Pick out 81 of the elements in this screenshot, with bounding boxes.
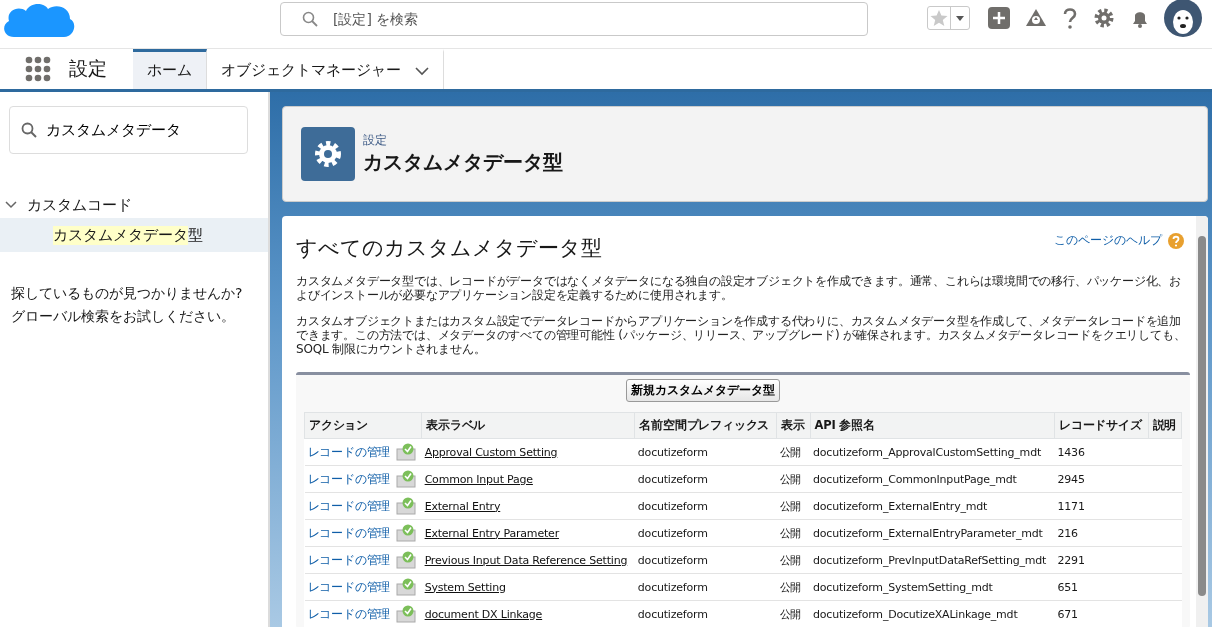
table-cell: docutizeform_SystemSetting_mdt [810, 573, 1055, 601]
table-cell: 公開 [776, 438, 810, 466]
column-header: レコードサイズ [1054, 412, 1149, 439]
table-cell: 公開 [776, 546, 810, 574]
manage-records-link[interactable]: レコードの管理 [307, 497, 391, 515]
table-cell: docutizeform [634, 546, 777, 574]
checkmark-icon [396, 551, 417, 569]
app-name: 設定 [69, 56, 107, 81]
hint-text: 探しているものが見つかりませんか? [11, 284, 244, 303]
chevron-down-icon[interactable] [5, 199, 17, 211]
app-launcher-icon[interactable] [25, 56, 51, 82]
table-cell: 2945 [1054, 465, 1149, 493]
table-cell: 公開 [776, 492, 810, 520]
description-text: カスタムオブジェクトまたはカスタム設定でデータレコードからアプリケーションを作成する代わりに、カスタムメタデータ型を作成して、メタデータレコードを追加できます。この方法では、メタデータのすべての管理可能性 (パッケージ、リリース、アップグレード) が確保されます。カスタムメタデータレコードをクエリしても、SOQL 制限にカウントされません。 [296, 314, 1187, 356]
table-cell: 1436 [1054, 438, 1149, 466]
chevron-down-icon[interactable] [415, 65, 429, 76]
settings-icon[interactable] [1092, 6, 1116, 30]
type-label-link[interactable]: Approval Custom Setting [424, 445, 558, 459]
section-title: すべてのカスタムメタデータ型 [296, 235, 602, 262]
table-cell: docutizeform [634, 600, 777, 627]
table-cell: docutizeform [634, 492, 777, 520]
quick-find-field[interactable]: カスタムメタデータ [9, 106, 248, 154]
table-cell: docutizeform_CommonInputPage_mdt [810, 465, 1055, 493]
checkmark-icon [396, 497, 417, 515]
manage-records-link[interactable]: レコードの管理 [307, 443, 391, 461]
column-header: 表示 [776, 412, 810, 439]
hint-text: グローバル検索をお試しください。 [11, 307, 236, 326]
table-cell: docutizeform_PrevInputDataRefSetting_mdt [810, 546, 1055, 574]
manage-records-link[interactable]: レコードの管理 [307, 470, 391, 488]
breadcrumb: 設定 [363, 132, 388, 149]
checkmark-icon [396, 605, 417, 623]
table-cell: 公開 [776, 600, 810, 627]
scrollbar-thumb[interactable] [1198, 236, 1206, 596]
type-label-link[interactable]: External Entry Parameter [424, 526, 559, 540]
manage-records-link[interactable]: レコードの管理 [307, 551, 391, 569]
description-text: カスタムメタデータ型では、レコードがデータではなくメタデータになる独自の設定オブジェクトを作成できます。通常、これらは環境間での移行、パッケージ化、およびインストールが必要なアプリケーション設定を定義するために使用されます。 [296, 274, 1182, 302]
table-cell: docutizeform_DocutizeXALinkage_mdt [810, 600, 1055, 627]
column-header: 説明 [1148, 412, 1182, 439]
table-cell: docutizeform_ExternalEntry_mdt [810, 492, 1055, 520]
table-cell: 1171 [1054, 492, 1149, 520]
plus-icon[interactable] [987, 6, 1011, 30]
table-cell: 651 [1054, 573, 1149, 601]
table-cell: 216 [1054, 519, 1149, 547]
table-cell: 公開 [776, 519, 810, 547]
type-label-link[interactable]: Previous Input Data Reference Setting [424, 553, 628, 567]
avatar-icon[interactable] [1164, 0, 1202, 37]
help-link[interactable]: このページのヘルプ [1054, 232, 1162, 249]
type-label-link[interactable]: Common Input Page [424, 472, 533, 486]
column-header: API 参照名 [810, 412, 1055, 439]
checkmark-icon [396, 470, 417, 488]
type-label-link[interactable]: External Entry [424, 499, 501, 513]
table-cell: docutizeform [634, 519, 777, 547]
checkmark-icon [396, 443, 417, 461]
scrollbar[interactable] [1196, 216, 1208, 627]
checkmark-icon [396, 578, 417, 596]
page-title: カスタムメタデータ型 [363, 149, 563, 176]
search-field[interactable]: [設定] を検索 [280, 2, 868, 36]
manage-records-link[interactable]: レコードの管理 [307, 524, 391, 542]
table-cell: docutizeform [634, 438, 777, 466]
new-type-button[interactable]: 新規カスタムメタデータ型 [626, 379, 780, 402]
type-label-link[interactable]: document DX Linkage [424, 607, 543, 621]
table-cell: 公開 [776, 465, 810, 493]
nav-tab[interactable]: ホーム [133, 49, 207, 89]
manage-records-link[interactable]: レコードの管理 [307, 605, 391, 623]
table-cell: 2291 [1054, 546, 1149, 574]
type-label-link[interactable]: System Setting [424, 580, 506, 594]
checkmark-icon [396, 524, 417, 542]
tree-section[interactable]: カスタムコード [0, 192, 268, 218]
column-header: アクション [304, 412, 422, 439]
manage-records-link[interactable]: レコードの管理 [307, 578, 391, 596]
table-cell: docutizeform_ExternalEntryParameter_mdt [810, 519, 1055, 547]
column-header: 名前空間プレフィックス [634, 412, 777, 439]
help-icon[interactable] [1061, 6, 1079, 30]
table-cell: docutizeform [634, 465, 777, 493]
table-cell: docutizeform [634, 573, 777, 601]
gear-icon [301, 127, 355, 181]
table-cell: docutizeform_ApprovalCustomSetting_mdt [810, 438, 1055, 466]
tree-item[interactable]: カスタムメタデータ型 [0, 218, 268, 252]
table-cell: 671 [1054, 600, 1149, 627]
table-cell: 公開 [776, 573, 810, 601]
column-header: 表示ラベル [421, 412, 635, 439]
